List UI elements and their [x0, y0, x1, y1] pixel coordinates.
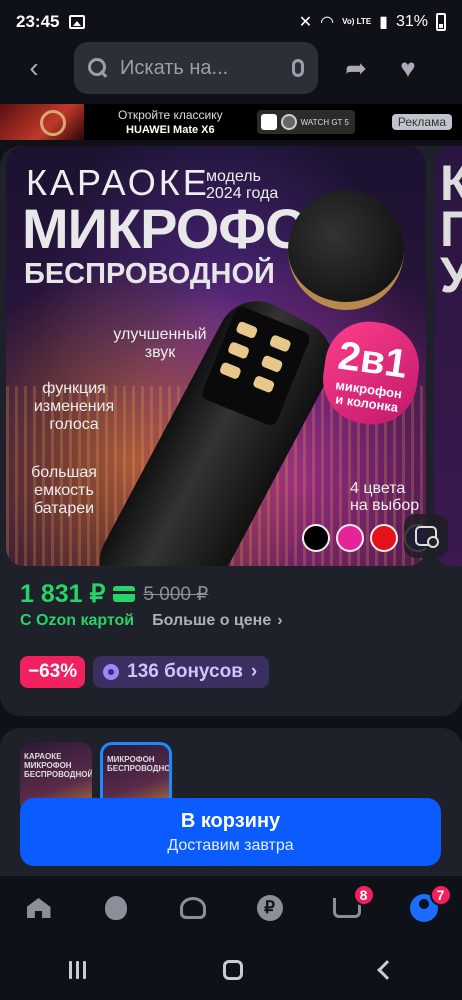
ozon-card-row: С Ozon картой Больше о цене › [20, 612, 283, 630]
discount-badge: −63% [20, 656, 86, 688]
mic-button [260, 354, 284, 374]
network-label: Vo) LTE [342, 17, 372, 26]
gallery-icon [69, 15, 86, 29]
variant-thumbnail-text: МИКРОФОН БЕСПРОВОДНОЙ [107, 755, 172, 773]
microphone-head-image [288, 190, 404, 310]
mic-button [218, 361, 242, 381]
feature-voice-line2: изменения [33, 398, 115, 415]
status-icons: ✕ ◠ Vo) LTE ▮ 31% [299, 12, 446, 32]
feature-voice-line3: голоса [49, 416, 99, 433]
recents-icon[interactable] [68, 961, 86, 979]
fresh-icon [104, 896, 127, 920]
nav-fresh[interactable] [96, 888, 136, 928]
colors-label: 4 цвета на выбор [350, 480, 419, 514]
ozon-card-icon [113, 586, 136, 602]
next-product-image[interactable]: К П У [434, 146, 462, 566]
home-icon [26, 898, 51, 918]
ad-line1: Откройте классику [118, 107, 223, 122]
system-back-icon[interactable] [376, 960, 397, 980]
ad-watch-block: WATCH GT 5 [256, 110, 355, 134]
feature-battery-line3: батареи [33, 500, 95, 517]
colors-line2: на выбор [350, 497, 420, 514]
swatch [302, 524, 330, 552]
nav-home[interactable] [19, 888, 59, 928]
add-to-cart-label: В корзину [180, 810, 281, 832]
bonus-text: 136 бонусов [127, 661, 243, 682]
ozon-card-text: С Ozon картой [20, 612, 135, 629]
variant-thumbnail-text: КАРАОКЕ МИКРОФОН БЕСПРОВОДНОЙ [24, 752, 92, 779]
more-price-label: Больше о цене [152, 612, 272, 629]
bonus-badge[interactable]: 136 бонусов › [93, 656, 270, 688]
current-price: 1 831 ₽ [20, 580, 106, 608]
feature-sound: улучшенный звук [102, 326, 218, 362]
top-bar: ‹ Искать на... ➦ ♥ [0, 40, 462, 96]
nav-finance[interactable]: ₽ [250, 888, 290, 928]
profile-badge: 7 [429, 884, 452, 906]
mic-button [268, 334, 292, 353]
bonus-icon [103, 664, 120, 680]
product-image[interactable]: КАРАОКЕ модель 2024 года МИКРОФОН БЕСПРО… [6, 146, 426, 566]
mic-button [227, 341, 251, 360]
swatch [336, 524, 364, 552]
price-tags: −63% 136 бонусов › [20, 656, 270, 688]
cart-badge: 8 [352, 884, 375, 906]
ruble-icon: ₽ [256, 895, 283, 921]
mic-button [235, 320, 259, 340]
heart-icon[interactable]: ♥ [392, 52, 424, 84]
image-title-wireless: БЕСПРОВОДНОЙ [24, 258, 275, 290]
mic-button [252, 374, 276, 394]
old-price: 5 000 ₽ [143, 583, 209, 605]
share-icon[interactable]: ➦ [340, 52, 372, 84]
ad-line2: HUAWEI Mate X6 [126, 123, 215, 136]
nav-cart[interactable]: 8 [327, 884, 375, 928]
search-input[interactable]: Искать на... [74, 42, 318, 94]
wifi-icon: ◠ [320, 14, 335, 31]
next-image-text: К П У [440, 155, 462, 303]
chevron-right-icon: › [277, 612, 283, 629]
model-line1: модель [206, 168, 261, 185]
feature-sound-line2: звук [144, 344, 176, 361]
status-bar: 23:45 ✕ ◠ Vo) LTE ▮ 31% [0, 0, 462, 44]
nav-catalog[interactable] [173, 888, 213, 928]
more-price-link[interactable]: Больше о цене › [152, 612, 282, 630]
battery-icon [436, 13, 446, 31]
product-card: КАРАОКЕ модель 2024 года МИКРОФОН БЕСПРО… [0, 146, 462, 716]
gift-icon [260, 114, 277, 130]
system-nav [0, 940, 462, 1000]
feature-voice-line1: функция [42, 380, 106, 397]
mute-icon: ✕ [298, 14, 313, 31]
add-to-cart-button[interactable]: В корзину Доставим завтра [20, 798, 441, 866]
feature-battery-line2: емкость [34, 482, 94, 499]
ad-banner[interactable]: Откройте классику HUAWEI Mate X6 WATCH G… [0, 104, 462, 140]
ad-watch-text: WATCH GT 5 [300, 117, 349, 127]
status-time: 23:45 [16, 12, 60, 31]
feature-sound-line1: улучшенный [113, 326, 207, 343]
image-search-icon [415, 526, 439, 548]
back-arrow-icon[interactable]: ‹ [14, 48, 54, 88]
bottom-nav: ₽ 8 7 [0, 876, 462, 940]
swatch [370, 524, 398, 552]
ad-label[interactable]: Реклама [391, 114, 452, 130]
price-row: 1 831 ₽ 5 000 ₽ [20, 579, 208, 609]
image-search-button[interactable] [404, 514, 448, 558]
colors-line1: 4 цвета [350, 480, 406, 497]
search-icon [88, 58, 108, 78]
delivery-label: Доставим завтра [167, 837, 294, 854]
feature-battery-line1: большая [31, 464, 97, 481]
signal-icon: ▮ [379, 14, 388, 31]
ad-phone-image [0, 104, 84, 140]
catalog-icon [179, 897, 206, 919]
watch-icon [280, 114, 297, 130]
ad-text: Откройте классику HUAWEI Mate X6 [118, 108, 223, 137]
feature-voice: функция изменения голоса [22, 380, 126, 434]
battery-percent: 31% [395, 13, 428, 30]
nav-profile[interactable]: 7 [404, 884, 452, 928]
feature-battery: большая емкость батареи [18, 464, 110, 518]
system-home-icon[interactable] [222, 960, 243, 980]
mic-icon[interactable] [292, 59, 304, 77]
search-placeholder: Искать на... [120, 56, 229, 79]
chevron-right-icon: › [250, 661, 258, 682]
